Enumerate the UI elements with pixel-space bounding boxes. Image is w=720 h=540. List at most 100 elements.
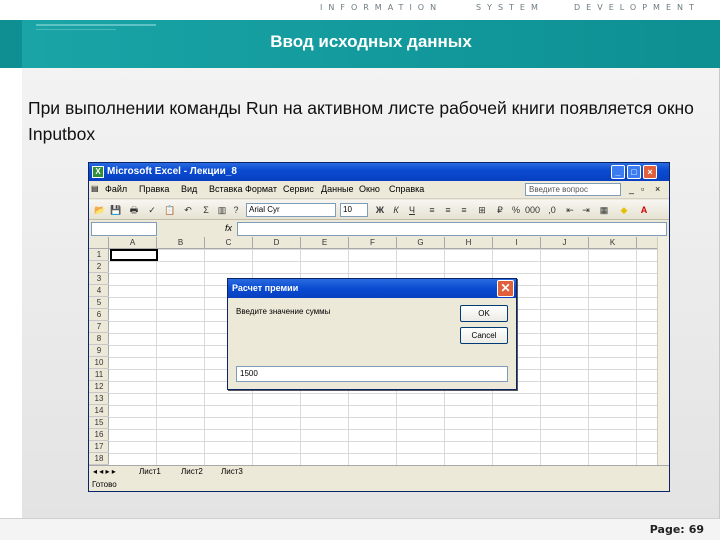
excel-doc-icon[interactable]: ▤ <box>91 184 99 193</box>
spellcheck-icon[interactable]: ✓ <box>145 203 159 217</box>
excel-title: Microsoft Excel - Лекции_8 <box>107 166 237 177</box>
row-header[interactable]: 12 <box>89 381 109 393</box>
minimize-workbook-icon[interactable]: _ <box>629 184 634 194</box>
row-header[interactable]: 4 <box>89 285 109 297</box>
align-right-icon[interactable]: ≡ <box>457 203 471 217</box>
decrease-indent-icon[interactable]: ⇤ <box>563 203 577 217</box>
menu-file[interactable]: Файл <box>105 184 127 194</box>
excel-toolbar: 📂 💾 🖶 ✓ 📋 ↶ Σ ▥ ? Arial Cyr 10 Ж К Ч ≡ ≡… <box>89 200 669 220</box>
align-center-icon[interactable]: ≡ <box>441 203 455 217</box>
restore-workbook-icon[interactable]: ▫ <box>641 184 644 194</box>
underline-icon[interactable]: Ч <box>405 203 419 217</box>
merge-icon[interactable]: ⊞ <box>475 203 489 217</box>
autosum-icon[interactable]: Σ <box>199 203 213 217</box>
row-header[interactable]: 17 <box>89 441 109 453</box>
tab-nav-icon[interactable]: ◂ ◂ ▸ ▸ <box>93 467 116 476</box>
align-left-icon[interactable]: ≡ <box>425 203 439 217</box>
row-header[interactable]: 11 <box>89 369 109 381</box>
minimize-icon[interactable]: _ <box>611 165 625 179</box>
select-all-corner[interactable] <box>89 237 109 249</box>
excel-menubar: ▤ Файл Правка Вид Вставка Формат Сервис … <box>89 181 669 199</box>
menu-window[interactable]: Окно <box>359 184 380 194</box>
help-icon[interactable]: ? <box>229 203 243 217</box>
column-header[interactable]: G <box>397 237 445 249</box>
column-header[interactable]: J <box>541 237 589 249</box>
menu-insert[interactable]: Вставка <box>209 184 242 194</box>
dialog-close-icon[interactable]: ✕ <box>497 280 514 297</box>
dialog-value-input[interactable]: 1500 <box>236 366 508 382</box>
chart-icon[interactable]: ▥ <box>215 203 229 217</box>
save-icon[interactable]: 💾 <box>109 203 123 217</box>
print-icon[interactable]: 🖶 <box>127 203 141 217</box>
bold-icon[interactable]: Ж <box>373 203 387 217</box>
formula-input[interactable] <box>237 222 667 236</box>
percent-icon[interactable]: % <box>509 203 523 217</box>
row-header[interactable]: 18 <box>89 453 109 465</box>
undo-icon[interactable]: ↶ <box>181 203 195 217</box>
thousands-icon[interactable]: 000 <box>525 203 540 217</box>
menu-format[interactable]: Формат <box>245 184 277 194</box>
row-header[interactable]: 7 <box>89 321 109 333</box>
dialog-titlebar: Расчет премии ✕ <box>228 279 516 298</box>
row-header[interactable]: 6 <box>89 309 109 321</box>
column-header[interactable]: B <box>157 237 205 249</box>
column-header[interactable]: D <box>253 237 301 249</box>
font-color-icon[interactable]: A <box>637 203 651 217</box>
menu-help[interactable]: Справка <box>389 184 424 194</box>
grid-line <box>156 249 157 465</box>
row-header[interactable]: 8 <box>89 333 109 345</box>
dialog-title: Расчет премии <box>232 283 299 293</box>
close-workbook-icon[interactable]: × <box>655 184 660 194</box>
open-icon[interactable]: 📂 <box>93 203 107 217</box>
row-header[interactable]: 13 <box>89 393 109 405</box>
currency-icon[interactable]: ₽ <box>493 203 507 217</box>
row-header[interactable]: 10 <box>89 357 109 369</box>
footer-strip <box>0 518 720 540</box>
column-header[interactable]: E <box>301 237 349 249</box>
italic-icon[interactable]: К <box>389 203 403 217</box>
grid-line <box>204 249 205 465</box>
row-header[interactable]: 1 <box>89 249 109 261</box>
column-header[interactable]: H <box>445 237 493 249</box>
cancel-button[interactable]: Cancel <box>460 327 508 344</box>
status-bar: Готово <box>89 479 669 491</box>
menu-tools[interactable]: Сервис <box>283 184 314 194</box>
excel-window: X Microsoft Excel - Лекции_8 _ □ × ▤ Фай… <box>88 162 670 492</box>
name-box[interactable] <box>91 222 157 236</box>
excel-titlebar: X Microsoft Excel - Лекции_8 _ □ × <box>89 163 669 181</box>
column-header[interactable]: C <box>205 237 253 249</box>
column-header[interactable]: A <box>109 237 157 249</box>
sheet-tab-1[interactable]: Лист1 <box>139 467 161 476</box>
fill-color-icon[interactable]: ◆ <box>617 203 631 217</box>
ok-button[interactable]: OK <box>460 305 508 322</box>
row-header[interactable]: 15 <box>89 417 109 429</box>
help-search-input[interactable]: Введите вопрос <box>525 183 621 196</box>
sheet-tab-3[interactable]: Лист3 <box>221 467 243 476</box>
menu-view[interactable]: Вид <box>181 184 197 194</box>
borders-icon[interactable]: ▦ <box>597 203 611 217</box>
row-header[interactable]: 16 <box>89 429 109 441</box>
column-header[interactable]: F <box>349 237 397 249</box>
active-cell[interactable] <box>110 249 158 261</box>
column-header[interactable]: K <box>589 237 637 249</box>
font-name-select[interactable]: Arial Cyr <box>246 203 336 217</box>
row-header[interactable]: 2 <box>89 261 109 273</box>
increase-indent-icon[interactable]: ⇥ <box>579 203 593 217</box>
font-size-select[interactable]: 10 <box>340 203 368 217</box>
row-header[interactable]: 3 <box>89 273 109 285</box>
menu-data[interactable]: Данные <box>321 184 354 194</box>
vertical-scrollbar[interactable] <box>657 237 669 465</box>
increase-decimal-icon[interactable]: ,0 <box>545 203 559 217</box>
column-header[interactable]: I <box>493 237 541 249</box>
row-header[interactable]: 14 <box>89 405 109 417</box>
fx-icon[interactable]: fx <box>225 223 232 233</box>
close-icon[interactable]: × <box>643 165 657 179</box>
header-word-system: SYSTEM <box>476 3 544 12</box>
paste-icon[interactable]: 📋 <box>163 203 177 217</box>
maximize-icon[interactable]: □ <box>627 165 641 179</box>
row-header[interactable]: 9 <box>89 345 109 357</box>
sheet-tab-2[interactable]: Лист2 <box>181 467 203 476</box>
row-header[interactable]: 5 <box>89 297 109 309</box>
body-text: При выполнении команды Run на активном л… <box>28 98 694 144</box>
menu-edit[interactable]: Правка <box>139 184 169 194</box>
